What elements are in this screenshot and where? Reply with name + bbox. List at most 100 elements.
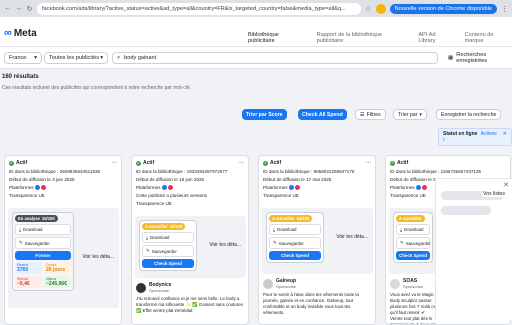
search-input[interactable]: ⌕ body gainant <box>112 52 438 64</box>
more-icon[interactable]: ⋯ <box>239 160 244 166</box>
library-id: ID dans la bibliothèque : 29298366345119… <box>9 169 101 174</box>
ad-media[interactable]: A surveiller 53/100 ⤓ Download ✎ Sauvegarde… <box>262 208 373 274</box>
download-label: Download <box>149 235 170 240</box>
close-icon[interactable]: ✕ <box>503 131 507 143</box>
stat-value: ~9,4€ <box>17 281 30 287</box>
stat-duration: Durée 26 jours <box>44 262 71 274</box>
star-icon[interactable]: ☆ <box>365 5 372 13</box>
ad-body: Pour te sentir à l'aise dans tes vêtemen… <box>263 292 359 315</box>
analysis-overlay: En analyse 15/100 ⤓ Download ✎ Sauvegarder … <box>12 212 74 291</box>
bookmark-icon: ✎ <box>19 240 23 245</box>
save-search-button[interactable]: Enregistrer la recherche <box>436 109 502 120</box>
download-label: Download <box>276 227 297 232</box>
stat-value: ~245,96€ <box>46 281 67 287</box>
download-label: Download <box>403 227 424 232</box>
facebook-icon <box>161 185 167 190</box>
instagram-icon <box>421 185 427 190</box>
filters-label: Filtres <box>366 111 381 118</box>
download-button[interactable]: ⤓ Download <box>269 224 321 235</box>
badge-text: En analyse <box>18 216 40 221</box>
check-all-spend-button[interactable]: Check All Spend <box>298 109 347 120</box>
ad-body: Vous avez vu le Magic Body Sculptor pass… <box>390 292 437 325</box>
chevron-down-icon: ▾ <box>100 55 103 61</box>
transparency-link[interactable]: Transparence UE <box>263 193 371 198</box>
ad-status: Actif <box>16 160 28 166</box>
menu-dots-icon[interactable]: ⋮ <box>501 5 508 13</box>
download-button[interactable]: ⤓ Download <box>396 224 430 235</box>
status-filter-chip[interactable]: Statut en ligne : Actives ✕ <box>438 128 512 146</box>
download-icon: ⤓ <box>19 227 21 232</box>
see-details-link[interactable]: Voir les déta... <box>336 234 368 240</box>
save-button[interactable]: ✎ Sauvegarder <box>142 245 194 257</box>
analysis-overlay: A surveiller ⤓ Download ✎ Sauvegarder Chec… <box>393 212 433 263</box>
ad-card: ✓ Actif ⋯ ID dans la bibliothèque : 193349… <box>131 155 249 325</box>
check-spend-label: Check Spend <box>281 253 309 258</box>
meta-logo[interactable]: ∞ Meta <box>4 27 37 39</box>
country-select[interactable]: France ▾ <box>4 52 42 64</box>
save-button[interactable]: ✎ Sauvegarder <box>269 237 321 249</box>
facebook-icon <box>34 185 40 190</box>
back-icon[interactable]: ← <box>4 5 11 12</box>
country-value: France <box>9 55 27 61</box>
platforms-label: Plateformes <box>263 185 288 190</box>
download-button[interactable]: ⤓ Download <box>15 224 71 235</box>
bookmark-icon: ✎ <box>273 240 277 245</box>
former-button[interactable]: Former <box>15 251 71 260</box>
check-spend-button[interactable]: Check Spend <box>269 251 321 260</box>
ad-status: Actif <box>143 160 155 166</box>
transparency-link[interactable]: Transparence UE <box>136 201 244 206</box>
status-value: Actives <box>480 131 497 137</box>
panel-label: Vos listes <box>482 191 506 197</box>
transparency-link[interactable]: Transparence UE <box>9 193 117 198</box>
chevron-down-icon: ▾ <box>419 111 423 118</box>
results-count: 160 résultats <box>2 74 39 80</box>
ad-media[interactable]: A surveiller 33/100 ⤓ Download ✎ Sauvegarde… <box>135 216 246 278</box>
status-badge: En analyse 15/100 <box>15 215 58 222</box>
library-id: ID dans la bibliothèque : 19334922679720… <box>136 169 228 174</box>
check-spend-label: Check Spend <box>154 261 182 266</box>
download-button[interactable]: ⤓ Download <box>142 232 194 243</box>
sort-by-button[interactable]: Trier par ▾ <box>393 109 428 120</box>
meta-infinity-icon: ∞ <box>4 27 12 39</box>
save-button[interactable]: ✎ Sauvegarder <box>15 237 71 249</box>
search-bar: France ▾ Toutes les publicités ▾ ⌕ body … <box>0 47 512 69</box>
check-icon: ✓ <box>9 160 14 166</box>
more-icon[interactable]: ⋯ <box>366 160 371 166</box>
ad-category-select[interactable]: Toutes les publicités ▾ <box>44 52 108 64</box>
sort-score-button[interactable]: Trier par Score <box>242 109 287 120</box>
more-icon[interactable]: ⋯ <box>112 160 117 166</box>
check-icon: ✓ <box>390 160 395 166</box>
browser-bar: ← → ↻ facebook.com/ads/library/?active_s… <box>0 0 512 17</box>
close-icon[interactable]: ✕ <box>503 181 509 189</box>
save-button[interactable]: ✎ Sauvegarder <box>396 237 431 249</box>
bookmark-icon: ✎ <box>400 240 404 245</box>
filters-button[interactable]: ☰ Filtres <box>355 109 386 120</box>
chrome-update-button[interactable]: Nouvelle version de Chrome disponible <box>389 3 497 14</box>
advertiser[interactable]: SOAS Sponsorisé <box>390 278 423 289</box>
address-bar[interactable]: facebook.com/ads/library/?active_status=… <box>37 2 361 15</box>
platforms-label: Plateformes <box>9 185 34 190</box>
see-details-link[interactable]: Voir les déta... <box>82 254 114 260</box>
score-text: 15/100 <box>41 216 55 221</box>
analysis-overlay: A surveiller 33/100 ⤓ Download ✎ Sauvegarde… <box>139 220 197 271</box>
saved-searches-button[interactable]: ▦ Recherches enregistrées <box>444 52 508 64</box>
reload-icon[interactable]: ↻ <box>26 5 33 13</box>
start-date: Début de diffusion le 3 juin 2025 <box>9 177 75 182</box>
advertiser[interactable]: Galneup Sponsorisé <box>263 278 296 289</box>
forward-icon[interactable]: → <box>15 5 22 12</box>
start-date: Début de diffusion le 17 mai 2025 <box>263 177 332 182</box>
profile-avatar[interactable] <box>375 3 386 14</box>
library-id: ID dans la bibliothèque : 11857256574371… <box>390 169 482 174</box>
ad-media[interactable]: A surveiller ⤓ Download ✎ Sauvegarder Chec… <box>389 208 435 274</box>
check-spend-button[interactable]: Check Spend <box>396 251 430 260</box>
advertiser[interactable]: Bodynice Sponsorisé <box>136 282 172 293</box>
check-spend-button[interactable]: Check Spend <box>142 259 194 268</box>
brand-name: Meta <box>13 27 37 39</box>
save-search-label: Enregistrer la recherche <box>441 111 497 118</box>
see-details-link[interactable]: Voir les déta... <box>209 242 241 248</box>
ad-media[interactable]: En analyse 15/100 ⤓ Download ✎ Sauvegarder … <box>8 208 119 308</box>
platforms-label: Plateformes <box>390 185 415 190</box>
download-icon: ⤓ <box>400 227 402 232</box>
status-badge: A surveiller <box>396 215 425 222</box>
instagram-icon <box>40 185 46 190</box>
